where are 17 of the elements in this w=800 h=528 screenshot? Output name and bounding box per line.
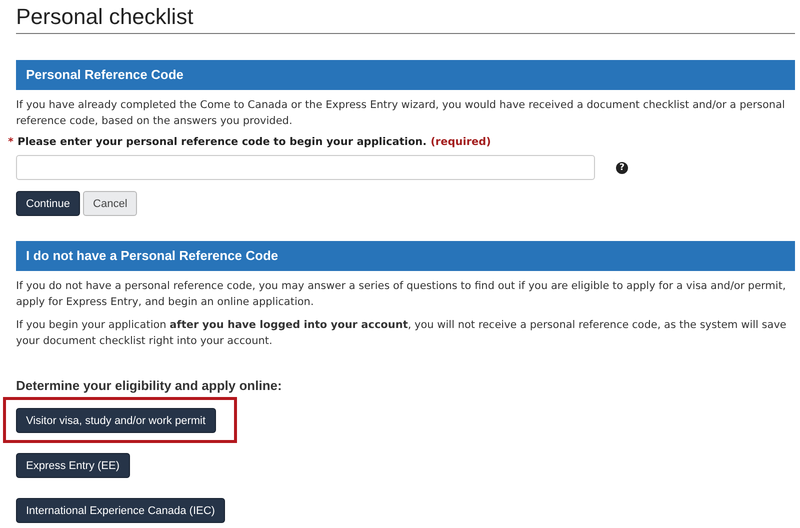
section-header: Personal Reference Code: [16, 60, 795, 90]
required-note: (required): [430, 136, 491, 148]
cancel-button[interactable]: Cancel: [83, 191, 138, 216]
section-header: I do not have a Personal Reference Code: [16, 241, 795, 271]
application-button[interactable]: Visitor visa, study and/or work permit: [16, 408, 216, 433]
paragraph: If you begin your application after you have logged into your account, you will not receive a personal reference code, as the system will save your document checklist right into your account.: [16, 318, 788, 349]
application-button[interactable]: International Experience Canada (IEC): [16, 498, 225, 523]
paragraph: If you do not have a personal reference code, you may answer a series of questions to find out if you are eligible to apply for a visa and/or permit, apply for Express Entry, and begin an online application.: [16, 279, 787, 310]
field-label: Please enter your personal reference code to begin your application.: [18, 136, 427, 148]
continue-button[interactable]: Continue: [16, 191, 80, 216]
reference-code-input[interactable]: [16, 155, 595, 180]
application-button[interactable]: Express Entry (EE): [16, 453, 130, 478]
subheading: Determine your eligibility and apply online:: [16, 378, 283, 394]
help-icon[interactable]: ?: [616, 162, 628, 174]
page-title: Personal checklist: [16, 4, 795, 34]
required-asterisk: *: [8, 136, 14, 148]
paragraph: If you have already completed the Come to Canada or the Express Entry wizard, you would have received a document checklist and/or a personal reference code, based on the answers you provided.: [16, 98, 786, 129]
